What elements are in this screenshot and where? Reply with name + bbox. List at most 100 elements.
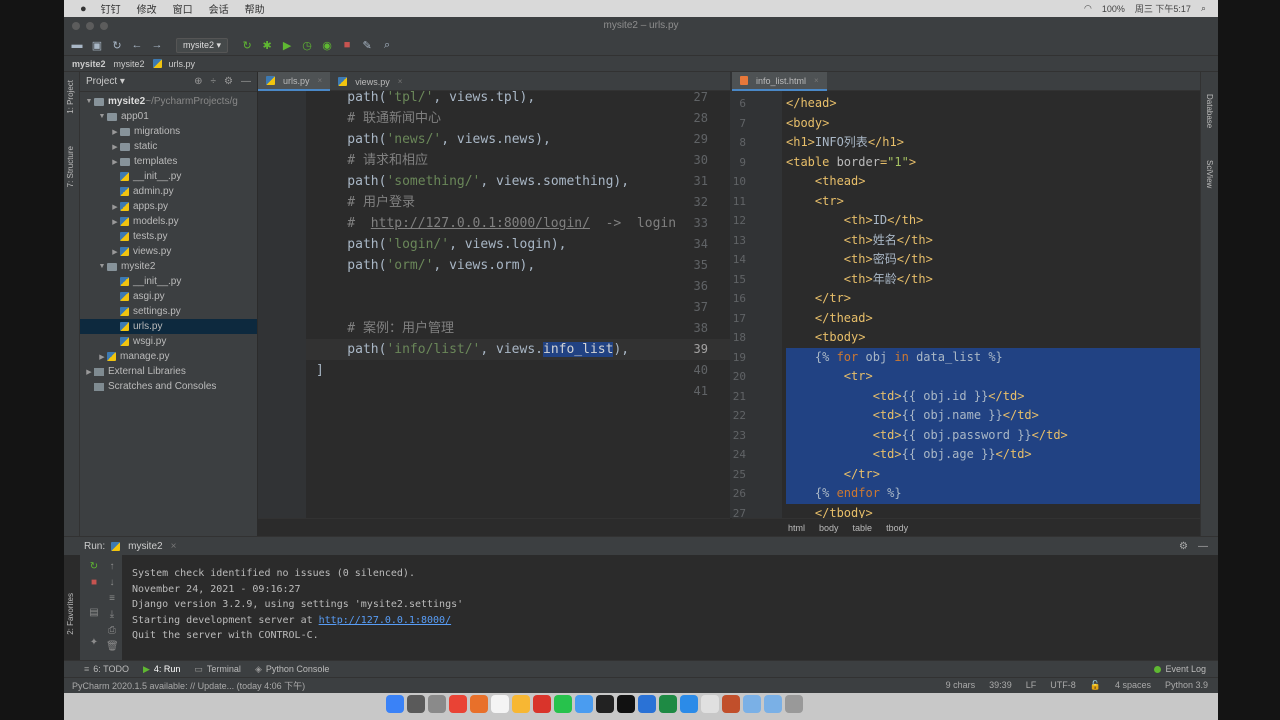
tool-tab[interactable]: ▭ Terminal <box>194 664 241 675</box>
gear-icon[interactable]: ⚙ <box>224 76 233 87</box>
tree-item[interactable]: asgi.py <box>80 289 257 304</box>
menu-item[interactable]: 窗口 <box>173 1 193 16</box>
menu-item[interactable]: 修改 <box>137 1 157 16</box>
update-message[interactable]: PyCharm 2020.1.5 available: // Update...… <box>72 679 305 692</box>
code-line[interactable]: ] <box>316 360 324 381</box>
chevron-down-icon[interactable]: ▼ <box>97 263 107 270</box>
app-icon[interactable] <box>701 695 719 713</box>
search-everywhere-icon[interactable]: ⌕ <box>380 38 394 52</box>
code-line[interactable]: path('something/', views.something), <box>316 171 629 192</box>
open-folder-icon[interactable]: ▬ <box>70 38 84 52</box>
chevron-right-icon[interactable]: ▶ <box>110 128 120 136</box>
chevron-right-icon[interactable]: ▶ <box>110 218 120 226</box>
folder-icon[interactable] <box>743 695 761 713</box>
code-line[interactable]: </tbody> <box>786 504 873 519</box>
qq-icon[interactable] <box>575 695 593 713</box>
tree-item[interactable]: ▶ apps.py <box>80 199 257 214</box>
code-line[interactable]: <tr> <box>786 367 873 387</box>
tree-item[interactable]: __init__.py <box>80 274 257 289</box>
rerun-icon[interactable]: ↻ <box>88 561 100 573</box>
breadcrumb-item[interactable]: html <box>788 523 805 533</box>
coverage-icon[interactable]: ▶ <box>280 38 294 52</box>
tree-item[interactable]: ▶ manage.py <box>80 349 257 364</box>
interpreter[interactable]: Python 3.9 <box>1165 680 1208 691</box>
scroll-end-icon[interactable]: ⤓ <box>106 609 118 621</box>
netease-icon[interactable] <box>533 695 551 713</box>
tool-tab[interactable]: ▶ 4: Run <box>143 664 180 675</box>
apple-icon[interactable]: ● <box>80 3 87 15</box>
code-line[interactable]: <td>{{ obj.id }}</td> <box>786 387 1025 407</box>
editor-tab[interactable]: info_list.html × <box>732 72 827 91</box>
code-line[interactable]: {% for obj in data_list %} <box>786 348 1003 368</box>
tree-item[interactable]: ▼ mysite2 <box>80 259 257 274</box>
html-editor[interactable]: info_list.html × </head> <body> <h1>INFO列表<… <box>732 72 1214 518</box>
code-line[interactable]: <td>{{ obj.age }}</td> <box>786 445 1032 465</box>
pycharm-icon[interactable] <box>596 695 614 713</box>
menu-item[interactable]: 会话 <box>209 1 229 16</box>
wechat-icon[interactable] <box>554 695 572 713</box>
back-icon[interactable]: ← <box>130 38 144 52</box>
gear-icon[interactable]: ⚙ <box>1179 541 1188 552</box>
code-line[interactable]: <h1>INFO列表</h1> <box>786 133 904 153</box>
stop-icon[interactable]: ■ <box>88 577 100 589</box>
forward-icon[interactable]: → <box>150 38 164 52</box>
close-icon[interactable]: × <box>171 541 177 552</box>
project-tool-tab[interactable]: 1: Project <box>66 80 75 114</box>
chevron-down-icon[interactable]: ▼ <box>97 113 107 120</box>
run-config-tab[interactable]: mysite2 × <box>111 541 176 552</box>
debug-icon[interactable]: ✱ <box>260 38 274 52</box>
tree-item[interactable]: ▼ app01 <box>80 109 257 124</box>
tree-item[interactable]: Scratches and Consoles <box>80 379 257 394</box>
launchpad-icon[interactable] <box>407 695 425 713</box>
code-line[interactable]: # 请求和相应 <box>316 150 428 171</box>
minimize-icon[interactable]: — <box>1198 541 1208 552</box>
breadcrumb-item[interactable]: body <box>819 523 839 533</box>
tree-item[interactable]: ▼ mysite2 ~/PycharmProjects/g <box>80 94 257 109</box>
file-encoding[interactable]: UTF-8 <box>1050 680 1076 691</box>
close-icon[interactable]: × <box>814 76 819 85</box>
up-icon[interactable]: ↑ <box>106 561 118 573</box>
tree-item[interactable]: admin.py <box>80 184 257 199</box>
profile-icon[interactable]: ◷ <box>300 38 314 52</box>
code-line[interactable]: {% endfor %} <box>786 484 902 504</box>
battery-label[interactable]: 100% <box>1102 4 1125 14</box>
code-line[interactable]: # 联通新闻中心 <box>316 108 441 129</box>
console-output[interactable]: System check identified no issues (0 sil… <box>132 566 463 644</box>
tree-item[interactable]: tests.py <box>80 229 257 244</box>
chevron-down-icon[interactable]: ▼ <box>84 98 94 105</box>
code-line[interactable]: path('login/', views.login), <box>316 234 566 255</box>
tree-item[interactable]: __init__.py <box>80 169 257 184</box>
indent-setting[interactable]: 4 spaces <box>1115 680 1151 691</box>
code-line[interactable]: </tr> <box>786 465 880 485</box>
code-line[interactable]: path('tpl/', views.tpl), <box>316 87 535 108</box>
sync-icon[interactable]: ↻ <box>110 38 124 52</box>
breadcrumb-item[interactable]: tbody <box>886 523 908 533</box>
code-line[interactable]: <thead> <box>786 172 866 192</box>
code-line[interactable]: <th>年龄</th> <box>786 270 933 290</box>
code-line[interactable]: path('info/list/', views.info_list), <box>316 339 629 360</box>
code-line[interactable]: </head> <box>786 94 837 114</box>
excel-icon[interactable] <box>659 695 677 713</box>
save-icon[interactable]: ▣ <box>90 38 104 52</box>
database-tool-tab[interactable]: Database <box>1205 94 1214 128</box>
code-line[interactable]: <th>ID</th> <box>786 211 923 231</box>
event-log-button[interactable]: Event Log <box>1154 664 1206 674</box>
code-line[interactable]: <body> <box>786 114 829 134</box>
tree-item[interactable]: wsgi.py <box>80 334 257 349</box>
chevron-right-icon[interactable]: ▶ <box>84 368 94 376</box>
code-line[interactable]: # 案例：用户管理 <box>316 318 454 339</box>
code-line[interactable]: </tr> <box>786 289 851 309</box>
code-line[interactable]: <th>密码</th> <box>786 250 933 270</box>
tree-item[interactable]: ▶ models.py <box>80 214 257 229</box>
chevron-right-icon[interactable]: ▶ <box>97 353 107 361</box>
trash-icon[interactable] <box>785 695 803 713</box>
clock-label[interactable]: 周三 下午5:17 <box>1135 2 1191 15</box>
rerun-icon[interactable]: ↻ <box>240 38 254 52</box>
breadcrumb-item[interactable]: urls.py <box>152 59 195 69</box>
chevron-right-icon[interactable]: ▶ <box>110 203 120 211</box>
collapse-icon[interactable]: ÷ <box>211 76 217 87</box>
server-link[interactable]: http://127.0.0.1:8000/ <box>319 615 451 626</box>
wrap-icon[interactable]: ≡ <box>106 593 118 605</box>
code-line[interactable]: <table border="1"> <box>786 153 916 173</box>
python-editor[interactable]: urls.py × views.py × path('tpl/', views.tpl… <box>258 72 730 518</box>
